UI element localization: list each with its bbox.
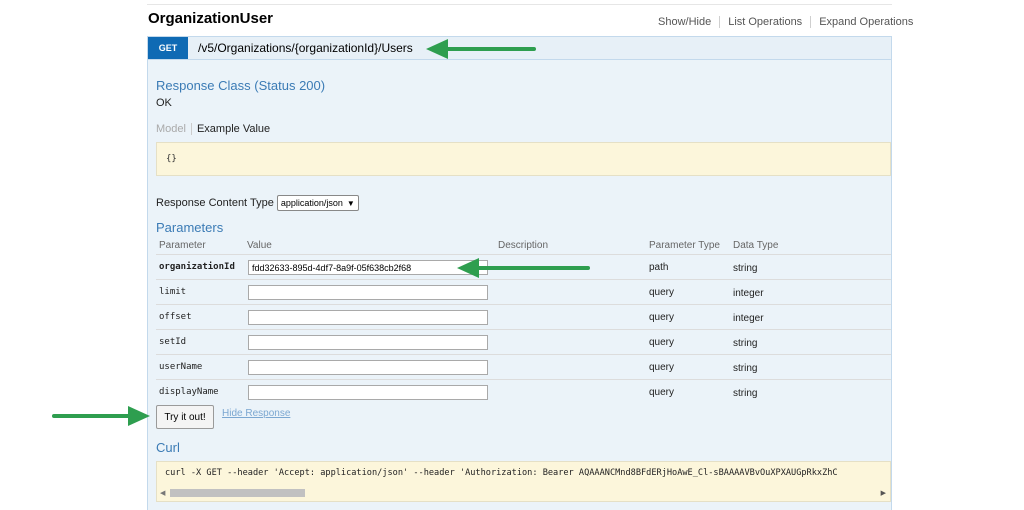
- organizationid-input[interactable]: [248, 260, 488, 275]
- content-type-row: Response Content Type application/json ▼: [156, 195, 359, 211]
- param-row-displayname: displayName query string: [156, 380, 891, 405]
- curl-command: curl -X GET --header 'Accept: applicatio…: [165, 468, 838, 478]
- param-name: organizationId: [159, 262, 235, 272]
- arrow-icon: [457, 258, 590, 278]
- scroll-left-icon[interactable]: ◀: [160, 489, 165, 497]
- param-row-offset: offset query integer: [156, 305, 891, 330]
- tab-example-value[interactable]: Example Value: [197, 123, 270, 135]
- curl-heading: Curl: [156, 440, 180, 455]
- operation-path[interactable]: /v5/Organizations/{organizationId}/Users: [198, 41, 413, 55]
- data-type: string: [733, 363, 758, 374]
- content-type-value: application/json: [280, 198, 343, 208]
- horizontal-scrollbar-thumb[interactable]: [170, 489, 305, 497]
- content-type-select[interactable]: application/json ▼: [276, 195, 359, 211]
- column-header-parameter: Parameter: [159, 240, 206, 251]
- model-tabs: Model Example Value: [156, 123, 270, 135]
- column-header-data-type: Data Type: [733, 240, 779, 251]
- try-it-out-button[interactable]: Try it out!: [156, 405, 214, 429]
- response-class-value: OK: [156, 97, 172, 109]
- data-type: string: [733, 388, 758, 399]
- response-class-heading: Response Class (Status 200): [156, 78, 326, 93]
- resource-title: OrganizationUser: [148, 10, 274, 27]
- param-type: query: [649, 312, 675, 323]
- data-type: integer: [733, 313, 764, 324]
- param-row-username: userName query string: [156, 355, 891, 380]
- param-name: offset: [159, 312, 192, 322]
- curl-box: curl -X GET --header 'Accept: applicatio…: [156, 461, 891, 502]
- data-type: string: [733, 263, 758, 274]
- parameters-heading: Parameters: [156, 220, 224, 235]
- show-hide-link[interactable]: Show/Hide: [650, 16, 719, 28]
- column-header-description: Description: [498, 240, 549, 251]
- list-operations-link[interactable]: List Operations: [720, 16, 810, 28]
- arrow-icon: [52, 406, 150, 426]
- param-type: query: [649, 337, 675, 348]
- param-name: limit: [159, 287, 187, 297]
- param-name: setId: [159, 337, 187, 347]
- param-name: displayName: [159, 387, 219, 397]
- expand-operations-link[interactable]: Expand Operations: [811, 16, 921, 28]
- tab-model[interactable]: Model: [156, 123, 192, 135]
- method-badge[interactable]: GET: [148, 37, 188, 59]
- top-divider: [147, 4, 892, 5]
- hide-response-link[interactable]: Hide Response: [222, 408, 290, 419]
- param-type: query: [649, 362, 675, 373]
- param-type: query: [649, 287, 675, 298]
- param-type: query: [649, 387, 675, 398]
- offset-input[interactable]: [248, 310, 488, 325]
- param-name: userName: [159, 362, 203, 372]
- setid-input[interactable]: [248, 335, 488, 350]
- data-type: integer: [733, 288, 764, 299]
- content-type-label: Response Content Type: [156, 197, 274, 209]
- limit-input[interactable]: [248, 285, 488, 300]
- data-type: string: [733, 338, 758, 349]
- column-header-parameter-type: Parameter Type: [649, 240, 720, 251]
- arrow-icon: [426, 39, 536, 59]
- username-input[interactable]: [248, 360, 488, 375]
- column-header-value: Value: [247, 240, 272, 251]
- param-row-setid: setId query string: [156, 330, 891, 355]
- scroll-right-icon[interactable]: ▶: [881, 489, 886, 497]
- example-value-box: {}: [156, 142, 891, 176]
- resource-links: Show/Hide List Operations Expand Operati…: [650, 16, 921, 28]
- chevron-down-icon: ▼: [346, 198, 355, 208]
- param-type: path: [649, 262, 669, 273]
- param-row-limit: limit query integer: [156, 280, 891, 305]
- displayname-input[interactable]: [248, 385, 488, 400]
